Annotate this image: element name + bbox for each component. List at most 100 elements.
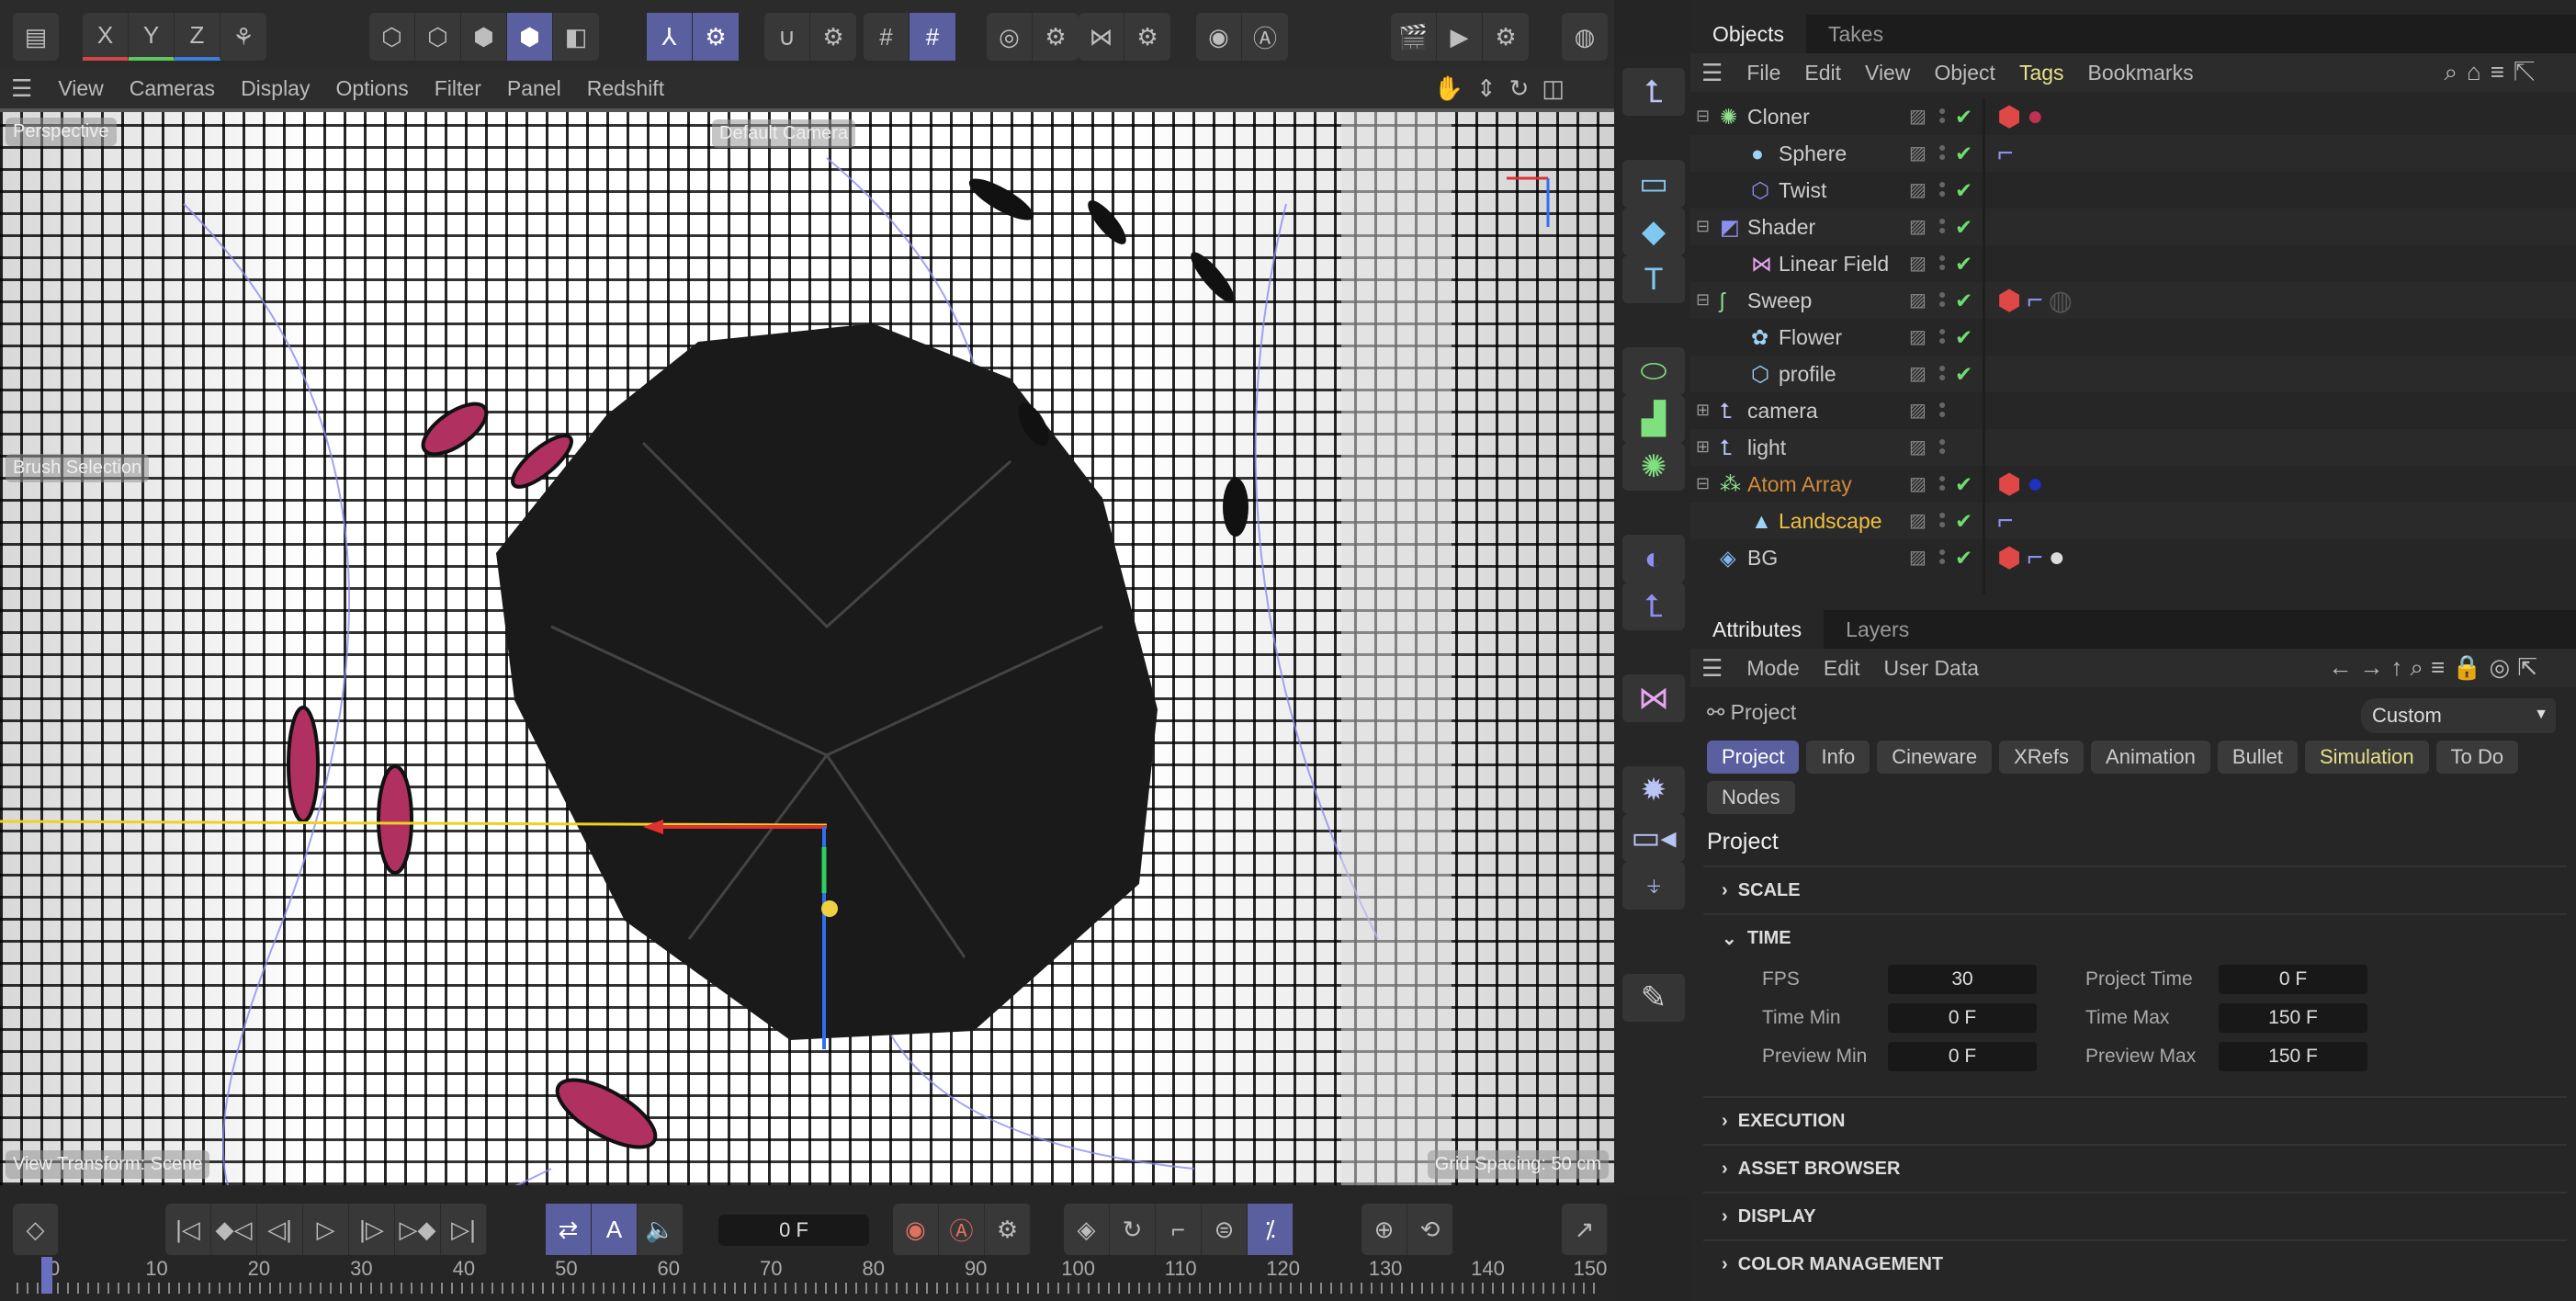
object-row[interactable]: ▲ Landscape ▨ ● ● ✔ ⌐ — [1690, 503, 2576, 539]
light-icon[interactable]: ⍖ — [1622, 862, 1685, 910]
material-tag-icon[interactable]: ⬢ — [1997, 285, 2021, 317]
view-eye-icon[interactable]: ◉ — [1196, 13, 1242, 61]
null-object-icon[interactable]: ⮤ — [1622, 68, 1685, 116]
loop-icon[interactable]: ⇄ — [546, 1204, 592, 1255]
sphere-white-tag-icon[interactable]: ● — [2049, 542, 2065, 573]
hamburger-icon[interactable]: ☰ — [11, 74, 32, 103]
menu-mode[interactable]: Mode — [1746, 656, 1800, 681]
object-name[interactable]: camera — [1747, 399, 1818, 424]
object-row[interactable]: ⬡ Twist ▨ ● ● ✔ — [1690, 172, 2576, 209]
expand-toggle-icon[interactable]: ⊞ — [1696, 401, 1710, 420]
section-color-management[interactable]: › COLOR MANAGEMENT — [1703, 1239, 2567, 1287]
material-tag-icon[interactable]: ⬢ — [1997, 101, 2021, 133]
gear-icon[interactable]: ⚙ — [1124, 13, 1170, 61]
visibility-dots-icon[interactable]: ● ● — [1938, 545, 1946, 567]
object-name[interactable]: profile — [1779, 362, 1836, 387]
menu-user-data[interactable]: User Data — [1884, 656, 1980, 681]
atom-array-icon[interactable]: ✺ — [1622, 443, 1685, 491]
menu-object[interactable]: Object — [1934, 61, 1994, 85]
layer-icon[interactable]: ▨ — [1909, 472, 1926, 495]
project-time-field[interactable]: 0 F — [2219, 965, 2367, 994]
attributes-tool-icons[interactable]: ←→↑⌕≡🔒◎⇱ — [2328, 653, 2545, 683]
object-name[interactable]: light — [1747, 436, 1786, 460]
enabled-check-icon[interactable]: ✔ — [1955, 325, 1972, 350]
menu-filter[interactable]: Filter — [435, 76, 481, 101]
section-execution[interactable]: › EXECUTION — [1703, 1096, 2567, 1144]
preset-dropdown[interactable]: Custom ▼ — [2361, 698, 2556, 733]
visibility-dots-icon[interactable]: ● ● — [1938, 288, 1946, 310]
display-tag-icon[interactable]: ⌐ — [1997, 505, 2014, 537]
object-name[interactable]: Atom Array — [1747, 472, 1852, 497]
object-row[interactable]: ⋈ Linear Field ▨ ● ● ✔ — [1690, 245, 2576, 282]
key-pos-icon[interactable]: ◈ — [1064, 1204, 1110, 1255]
visibility-dots-icon[interactable]: ● ● — [1938, 141, 1946, 163]
object-row[interactable]: ⬡ profile ▨ ● ● ✔ — [1690, 356, 2576, 392]
sound-icon[interactable]: 🔈 — [638, 1204, 684, 1255]
object-name[interactable]: Landscape — [1779, 509, 1882, 534]
object-row[interactable]: ⊟ ✺ Cloner ▨ ● ● ✔ ⬢ ● — [1690, 98, 2576, 135]
hamburger-icon[interactable]: ☰ — [1701, 654, 1723, 683]
prev-key-icon[interactable]: ◆◁ — [211, 1204, 257, 1255]
attr-tab-to-do[interactable]: To Do — [2435, 741, 2519, 774]
attr-tab-info[interactable]: Info — [1806, 741, 1870, 774]
gear-icon[interactable]: ⚙ — [693, 13, 739, 61]
section-asset-browser[interactable]: › ASSET BROWSER — [1703, 1144, 2567, 1192]
attr-tab-xrefs[interactable]: XRefs — [1999, 741, 2085, 774]
expand-toggle-icon[interactable]: ⊞ — [1696, 437, 1710, 457]
layer-icon[interactable]: ▨ — [1909, 288, 1926, 311]
play-icon[interactable]: ▷ — [303, 1204, 349, 1255]
mouse-icon[interactable]: ⊕ — [1361, 1204, 1407, 1255]
null-xform-icon[interactable]: ⮤ — [1622, 583, 1685, 630]
expand-toggle-icon[interactable]: ⊟ — [1696, 217, 1710, 236]
layout-icon[interactable]: ▤ — [13, 13, 59, 61]
tab-takes[interactable]: Takes — [1806, 15, 1905, 53]
layer-icon[interactable]: ▨ — [1909, 509, 1926, 532]
object-name[interactable]: BG — [1747, 546, 1778, 571]
sphere-blue-tag-icon[interactable]: ● — [2027, 469, 2043, 500]
model-mode-icon[interactable]: ⬢ — [507, 13, 553, 61]
edit-icon[interactable]: ✎ — [1622, 974, 1685, 1022]
magnet-icon[interactable]: ∪ — [764, 13, 810, 61]
object-row[interactable]: ⊟ ⁂ Atom Array ▨ ● ● ✔ ⬢ ● — [1690, 466, 2576, 503]
layer-icon[interactable]: ▨ — [1909, 178, 1926, 201]
expand-toggle-icon[interactable]: ⊟ — [1696, 474, 1710, 493]
playhead[interactable] — [41, 1257, 52, 1294]
object-name[interactable]: Shader — [1747, 215, 1815, 240]
enabled-check-icon[interactable]: ✔ — [1955, 509, 1972, 534]
motion-record-icon[interactable]: ⟲ — [1407, 1204, 1453, 1255]
hamburger-icon[interactable]: ☰ — [1701, 59, 1723, 87]
object-name[interactable]: Sweep — [1747, 288, 1812, 313]
menu-tags[interactable]: Tags — [2019, 61, 2064, 85]
menu-options[interactable]: Options — [335, 76, 408, 101]
object-row[interactable]: ◈ BG ▨ ● ● ✔ ⬢ ⌐ ● — [1690, 539, 2576, 576]
timeline-expand-icon[interactable]: ↗ — [1562, 1204, 1608, 1255]
key-pla-icon[interactable]: ⁒ — [1248, 1204, 1294, 1255]
record-icon[interactable]: ◉ — [893, 1204, 939, 1255]
render-region-icon[interactable]: 🎬 — [1391, 13, 1437, 61]
menu-edit[interactable]: Edit — [1804, 61, 1841, 85]
x-axis-icon[interactable]: X — [83, 13, 129, 61]
expand-toggle-icon[interactable]: ⊟ — [1696, 107, 1710, 126]
visibility-dots-icon[interactable]: ● ● — [1938, 361, 1946, 383]
menu-view[interactable]: View — [58, 76, 103, 101]
enabled-check-icon[interactable]: ✔ — [1955, 141, 1972, 166]
layer-icon[interactable]: ▨ — [1909, 546, 1926, 569]
layer-icon[interactable]: ▨ — [1909, 141, 1926, 164]
points-mode-icon[interactable]: ⬡ — [369, 13, 415, 61]
enabled-check-icon[interactable]: ✔ — [1955, 546, 1972, 571]
auto-fps-icon[interactable]: A — [592, 1204, 638, 1255]
enabled-check-icon[interactable]: ✔ — [1955, 362, 1972, 387]
voronoi-icon[interactable]: ▟ — [1622, 395, 1685, 443]
time-max-field[interactable]: 150 F — [2219, 1003, 2367, 1033]
material-tag-icon[interactable]: ⬢ — [1997, 542, 2021, 574]
snap-grid-icon[interactable]: # — [864, 13, 910, 61]
menu-redshift[interactable]: Redshift — [587, 76, 664, 101]
enabled-check-icon[interactable]: ✔ — [1955, 215, 1972, 240]
tab-layers[interactable]: Layers — [1824, 610, 1931, 649]
attr-tab-project[interactable]: Project — [1707, 741, 1800, 774]
object-row[interactable]: ⊞ ⮤ camera ▨ ● ● — [1690, 392, 2576, 429]
display-tag-icon[interactable]: ⌐ — [1997, 138, 2014, 169]
visibility-dots-icon[interactable]: ● ● — [1938, 177, 1946, 199]
layer-icon[interactable]: ▨ — [1909, 399, 1926, 422]
time-min-field[interactable]: 0 F — [1888, 1003, 2037, 1033]
